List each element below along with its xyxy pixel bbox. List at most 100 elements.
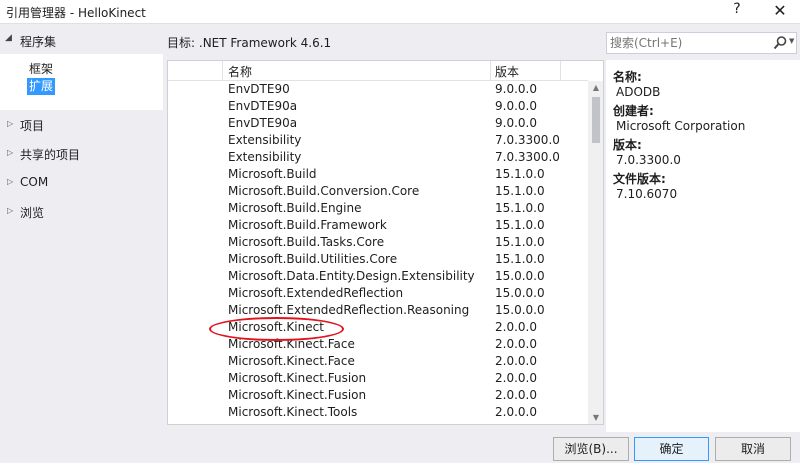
row-name: EnvDTE90a: [228, 116, 298, 130]
row-version: 2.0.0.0: [495, 320, 537, 334]
collapsed-triangle-icon: ▷: [7, 206, 14, 215]
detail-version-value: 7.0.3300.0: [616, 153, 681, 167]
ok-button[interactable]: 确定: [634, 437, 709, 461]
vertical-scrollbar[interactable]: ▲ ▼: [588, 81, 603, 424]
collapsed-triangle-icon: ▷: [7, 119, 14, 128]
table-row[interactable]: Microsoft.ExtendedReflection 15.0.0.0: [168, 285, 588, 302]
row-version: 15.0.0.0: [495, 303, 545, 317]
nav-node-label: 浏览: [20, 206, 45, 220]
table-row[interactable]: Microsoft.Build 15.1.0.0: [168, 166, 588, 183]
row-name: Microsoft.Kinect.Tools: [228, 405, 358, 419]
detail-creator-value: Microsoft Corporation: [616, 119, 746, 133]
target-value: .NET Framework 4.6.1: [198, 36, 332, 50]
reference-list: 名称 版本 EnvDTE90 9.0.0.0 EnvDTE90a 9.0.0.0 Env…: [167, 60, 604, 425]
nav-sub-list: 框架 扩展: [0, 54, 163, 110]
table-row[interactable]: Microsoft.Build.Engine 15.1.0.0: [168, 200, 588, 217]
search-icon[interactable]: [773, 35, 787, 51]
list-header: 名称 版本: [168, 61, 588, 81]
row-name: Microsoft.ExtendedReflection.Reasoning: [228, 303, 470, 317]
detail-file-version-value: 7.10.6070: [616, 187, 678, 201]
table-row[interactable]: Microsoft.ExtendedReflection.Reasoning 15…: [168, 302, 588, 319]
detail-file-version-label: 文件版本:: [613, 172, 666, 186]
table-row[interactable]: Microsoft.Data.Entity.Design.Extensibili…: [168, 268, 588, 285]
table-row[interactable]: Microsoft.Kinect.Fusion 2.0.0.0: [168, 387, 588, 404]
nav-node-label: 共享的项目: [20, 148, 81, 162]
row-name: Microsoft.Build.Utilities.Core: [228, 252, 398, 266]
nav-item-framework[interactable]: 框架: [27, 61, 55, 78]
nav-node-browse[interactable]: ▷ 浏览: [0, 202, 163, 222]
row-name: Microsoft.Kinect.Fusion: [228, 371, 367, 385]
row-version: 7.0.3300.0: [495, 150, 560, 164]
nav-node-label: COM: [20, 175, 49, 189]
target-framework: 目标: .NET Framework 4.6.1: [167, 34, 331, 51]
annotation-ellipse: [209, 317, 344, 341]
table-row[interactable]: EnvDTE90 9.0.0.0: [168, 81, 588, 98]
row-version: 2.0.0.0: [495, 405, 537, 419]
row-name: Microsoft.Build.Tasks.Core: [228, 235, 385, 249]
row-version: 7.0.3300.0: [495, 133, 560, 147]
list-rows: EnvDTE90 9.0.0.0 EnvDTE90a 9.0.0.0 EnvDTE90a…: [168, 81, 588, 421]
nav-node-shared-projects[interactable]: ▷ 共享的项目: [0, 144, 163, 164]
row-version: 15.1.0.0: [495, 184, 545, 198]
row-version: 15.1.0.0: [495, 218, 545, 232]
title-bar: 引用管理器 - HelloKinect ? ✕: [0, 0, 800, 24]
window-title: 引用管理器 - HelloKinect: [6, 6, 146, 20]
nav-section-assemblies[interactable]: ◢ 程序集: [0, 30, 163, 52]
scroll-up-icon[interactable]: ▲: [588, 81, 603, 95]
search-input[interactable]: [610, 35, 765, 51]
nav-node-com[interactable]: ▷ COM: [0, 173, 163, 193]
row-version: 2.0.0.0: [495, 354, 537, 368]
row-name: Microsoft.Data.Entity.Design.Extensibili…: [228, 269, 475, 283]
row-name: Microsoft.Kinect.Face: [228, 354, 355, 368]
column-separator[interactable]: [560, 61, 561, 81]
nav-node-projects[interactable]: ▷ 项目: [0, 115, 163, 135]
row-name: Microsoft.Build.Framework: [228, 218, 387, 232]
chevron-down-icon[interactable]: ▼: [789, 37, 794, 45]
row-version: 9.0.0.0: [495, 116, 537, 130]
row-version: 2.0.0.0: [495, 388, 537, 402]
row-version: 15.1.0.0: [495, 167, 545, 181]
table-row[interactable]: Extensibility 7.0.3300.0: [168, 132, 588, 149]
row-version: 9.0.0.0: [495, 99, 537, 113]
row-version: 9.0.0.0: [495, 82, 537, 96]
row-version: 15.0.0.0: [495, 286, 545, 300]
detail-version-label: 版本:: [613, 138, 642, 152]
scroll-down-icon[interactable]: ▼: [588, 411, 603, 424]
search-box[interactable]: ▼: [606, 32, 797, 54]
row-version: 2.0.0.0: [495, 337, 537, 351]
table-row[interactable]: Microsoft.Kinect.Face 2.0.0.0: [168, 353, 588, 370]
row-name: Microsoft.Build.Conversion.Core: [228, 184, 420, 198]
table-row[interactable]: Microsoft.Build.Utilities.Core 15.1.0.0: [168, 251, 588, 268]
nav-node-label: 项目: [20, 119, 45, 133]
row-name: Microsoft.ExtendedReflection: [228, 286, 404, 300]
left-nav: ◢ 程序集 框架 扩展 ▷ 项目 ▷ 共享的项目 ▷ COM ▷ 浏览: [0, 24, 163, 432]
column-header-version[interactable]: 版本: [495, 63, 519, 80]
table-row[interactable]: Microsoft.Build.Framework 15.1.0.0: [168, 217, 588, 234]
cancel-button[interactable]: 取消: [715, 437, 791, 461]
table-row[interactable]: EnvDTE90a 9.0.0.0: [168, 98, 588, 115]
table-row[interactable]: Microsoft.Build.Tasks.Core 15.1.0.0: [168, 234, 588, 251]
checkbox-column-header[interactable]: [168, 61, 223, 81]
scroll-thumb[interactable]: [592, 97, 600, 143]
row-name: EnvDTE90a: [228, 99, 298, 113]
table-row[interactable]: EnvDTE90a 9.0.0.0: [168, 115, 588, 132]
row-version: 2.0.0.0: [495, 371, 537, 385]
table-row[interactable]: Microsoft.Build.Conversion.Core 15.1.0.0: [168, 183, 588, 200]
collapsed-triangle-icon: ▷: [7, 177, 14, 186]
table-row[interactable]: Microsoft.Kinect.Fusion 2.0.0.0: [168, 370, 588, 387]
column-separator[interactable]: [490, 61, 491, 81]
collapsed-triangle-icon: ▷: [7, 148, 14, 157]
row-name: EnvDTE90: [228, 82, 290, 96]
column-header-name[interactable]: 名称: [228, 63, 252, 80]
target-label: 目标:: [167, 36, 196, 50]
table-row[interactable]: Extensibility 7.0.3300.0: [168, 149, 588, 166]
table-row[interactable]: Microsoft.Kinect.Tools 2.0.0.0: [168, 404, 588, 421]
expanded-triangle-icon: ◢: [5, 33, 12, 43]
detail-creator-label: 创建者:: [613, 104, 654, 118]
close-button[interactable]: ✕: [766, 0, 794, 22]
table-row[interactable]: Microsoft.Kinect.Face 2.0.0.0: [168, 336, 588, 353]
help-button[interactable]: ?: [728, 1, 746, 21]
browse-button[interactable]: 浏览(B)...: [553, 437, 629, 461]
detail-name-value: ADODB: [616, 85, 661, 99]
nav-item-extensions[interactable]: 扩展: [27, 78, 56, 95]
